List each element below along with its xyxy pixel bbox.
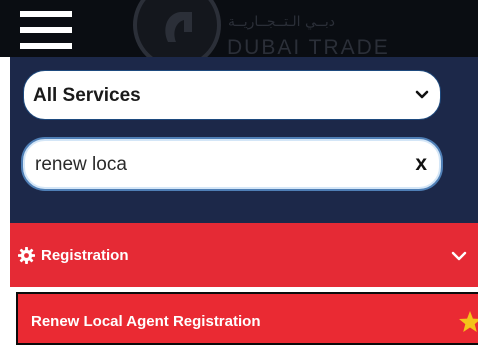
menu-bar-top bbox=[20, 11, 72, 17]
site-header: دبــي الـتــجــاريــة DUBAI TRADE bbox=[0, 0, 478, 57]
service-filter-value: All Services bbox=[33, 85, 141, 106]
category-registration[interactable]: Registration bbox=[10, 223, 478, 287]
dubai-trade-emblem-icon bbox=[133, 0, 221, 57]
gear-icon bbox=[18, 247, 35, 264]
chevron-down-icon bbox=[451, 251, 467, 261]
logo-text-arabic: دبــي الـتــجــاريــة bbox=[228, 14, 336, 30]
menu-bar-middle bbox=[20, 27, 72, 33]
hamburger-menu-icon[interactable] bbox=[20, 11, 72, 51]
chevron-down-icon bbox=[415, 90, 429, 99]
search-input[interactable] bbox=[35, 151, 405, 179]
service-filter-select[interactable]: All Services bbox=[23, 70, 441, 120]
clear-search-button[interactable]: x bbox=[415, 152, 427, 176]
search-field: x bbox=[23, 139, 441, 189]
menu-bar-bottom bbox=[20, 43, 72, 49]
result-label: Renew Local Agent Registration bbox=[31, 313, 261, 330]
list-item-renew-local-agent-registration[interactable]: Renew Local Agent Registration bbox=[16, 292, 478, 345]
star-icon[interactable] bbox=[458, 310, 478, 334]
logo-text-english: DUBAI TRADE bbox=[227, 36, 390, 57]
category-label: Registration bbox=[41, 247, 129, 264]
